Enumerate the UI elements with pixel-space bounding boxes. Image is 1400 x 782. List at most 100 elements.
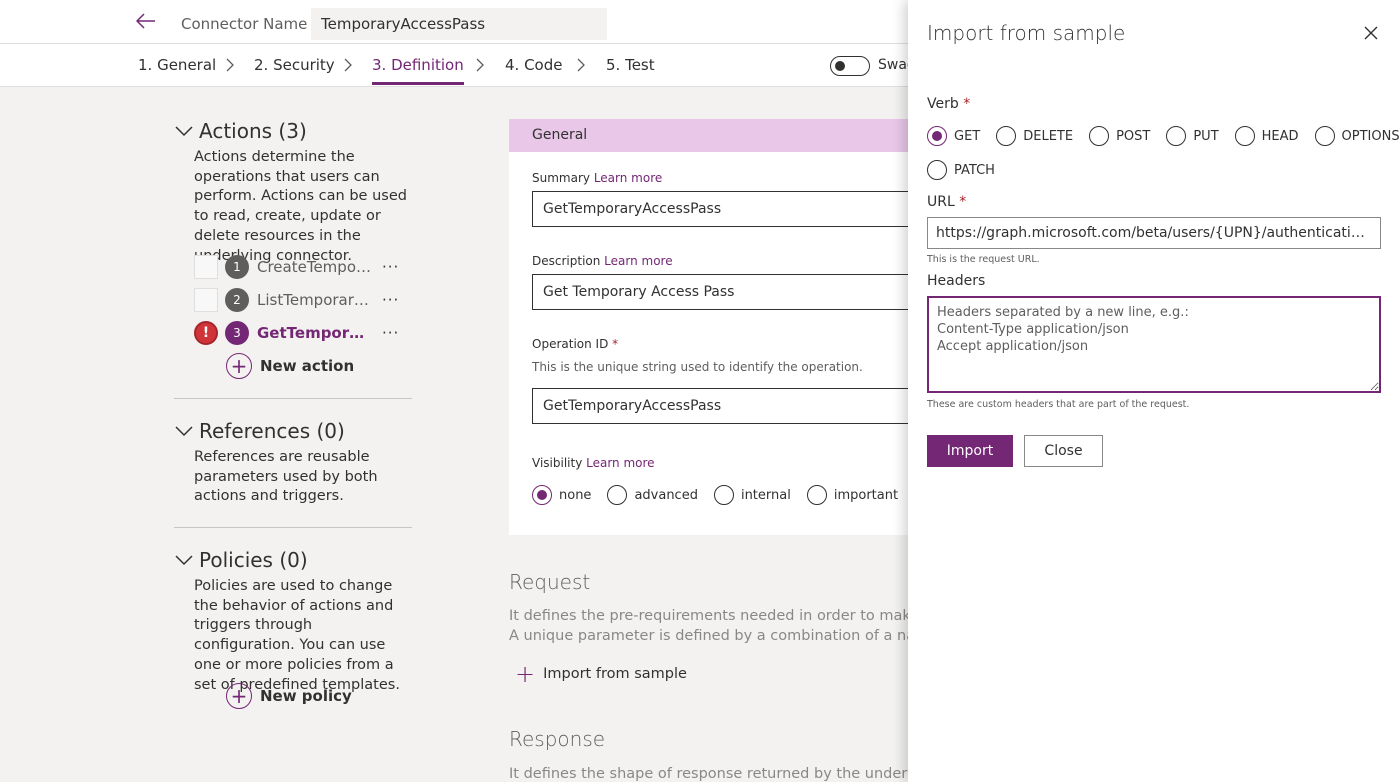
error-icon: ! — [194, 321, 218, 345]
visibility-radio-group: none advanced internal important — [532, 485, 914, 505]
tab-general[interactable]: 1. General — [138, 56, 216, 74]
section-divider — [174, 398, 412, 399]
close-button[interactable]: Close — [1024, 435, 1103, 467]
new-policy-button[interactable]: + New policy — [226, 683, 352, 709]
verb-get-radio[interactable] — [927, 126, 947, 146]
close-icon[interactable] — [1360, 22, 1382, 44]
chevron-down-icon — [175, 426, 193, 437]
tab-test[interactable]: 5. Test — [606, 56, 655, 74]
verb-option-label: GET — [954, 128, 981, 144]
chevron-down-icon — [175, 126, 193, 137]
import-from-sample-panel: Import from sample Verb * GET DELETE POS… — [908, 0, 1400, 782]
action-name[interactable]: CreateTemporaryAccessPass — [257, 258, 372, 276]
action-item[interactable]: 2 ListTemporaryAccessPass ··· — [194, 287, 399, 313]
learn-more-link[interactable]: Learn more — [604, 254, 672, 268]
tab-security[interactable]: 2. Security — [254, 56, 335, 74]
policies-title: Policies (0) — [199, 548, 308, 572]
visibility-none-radio[interactable] — [532, 485, 552, 505]
action-checkbox[interactable] — [194, 288, 218, 312]
visibility-option-label: important — [833, 487, 899, 503]
request-title: Request — [509, 570, 591, 594]
import-from-sample-button[interactable]: + Import from sample — [515, 662, 687, 686]
policies-section-header[interactable]: Policies (0) — [174, 548, 308, 572]
operation-id-input[interactable] — [532, 388, 932, 424]
description-label: Description Learn more — [532, 254, 673, 268]
headers-label: Headers — [927, 273, 986, 289]
verb-option-label: HEAD — [1261, 128, 1299, 144]
actions-description: Actions determine the operations that us… — [194, 149, 407, 264]
url-label: URL * — [927, 194, 967, 210]
more-options-icon[interactable]: ··· — [382, 324, 399, 342]
verb-option-label: PUT — [1193, 128, 1219, 144]
connector-name-label: Connector Name — [181, 15, 308, 33]
verb-label: Verb * — [927, 96, 971, 112]
panel-title: Import from sample — [927, 21, 1126, 45]
required-mark: * — [959, 194, 967, 210]
actions-title: Actions (3) — [199, 119, 307, 143]
summary-input[interactable] — [532, 191, 932, 227]
visibility-internal-radio[interactable] — [713, 485, 734, 505]
action-checkbox[interactable] — [194, 255, 218, 279]
action-number: 1 — [225, 255, 249, 279]
verb-head-radio[interactable] — [1234, 126, 1255, 146]
back-arrow-icon[interactable] — [134, 9, 158, 33]
new-action-label: New action — [260, 357, 355, 375]
references-section-header[interactable]: References (0) — [174, 419, 345, 443]
chevron-right-icon — [476, 58, 484, 72]
visibility-advanced-radio[interactable] — [607, 485, 628, 505]
more-options-icon[interactable]: ··· — [382, 291, 399, 309]
chevron-right-icon — [344, 58, 352, 72]
import-button[interactable]: Import — [927, 435, 1013, 467]
actions-section-header[interactable]: Actions (3) — [174, 119, 307, 143]
headers-hint: These are custom headers that are part o… — [927, 399, 1190, 410]
visibility-option-label: internal — [740, 487, 791, 503]
swagger-editor-toggle[interactable] — [830, 56, 870, 76]
visibility-important-radio[interactable] — [806, 485, 827, 505]
response-title: Response — [509, 727, 606, 751]
action-number: 3 — [225, 321, 249, 345]
verb-option-label: POST — [1116, 128, 1151, 144]
plus-icon: + — [515, 660, 536, 688]
action-name[interactable]: ListTemporaryAccessPass — [257, 291, 372, 309]
verb-patch-radio[interactable] — [927, 160, 947, 180]
verb-option-label: OPTIONS — [1341, 128, 1400, 144]
plus-circle-icon: + — [226, 683, 252, 709]
verb-radio-group: GET DELETE POST PUT HEAD OPTIONS — [927, 126, 1400, 146]
chevron-right-icon — [226, 58, 234, 72]
action-name[interactable]: GetTemporaryAccessPass — [257, 324, 372, 342]
chevron-right-icon — [577, 58, 585, 72]
headers-textarea[interactable] — [927, 296, 1381, 393]
learn-more-link[interactable]: Learn more — [594, 171, 662, 185]
general-title: General — [532, 127, 588, 143]
tab-code[interactable]: 4. Code — [505, 56, 562, 74]
new-policy-label: New policy — [260, 687, 352, 705]
verb-post-radio[interactable] — [1089, 126, 1110, 146]
description-input[interactable] — [532, 274, 932, 310]
references-description: References are reusable parameters used … — [194, 449, 378, 505]
tab-definition[interactable]: 3. Definition — [372, 56, 464, 85]
import-from-sample-label: Import from sample — [543, 666, 687, 682]
verb-delete-radio[interactable] — [996, 126, 1017, 146]
visibility-option-label: none — [559, 487, 592, 503]
url-input[interactable] — [927, 217, 1381, 249]
action-number: 2 — [225, 288, 249, 312]
general-card: General Summary Learn more Description L… — [509, 119, 939, 535]
action-item-selected[interactable]: ! 3 GetTemporaryAccessPass ··· — [194, 320, 399, 346]
verb-options-radio[interactable] — [1314, 126, 1335, 146]
url-hint: This is the request URL. — [927, 254, 1040, 265]
visibility-option-label: advanced — [634, 487, 698, 503]
connector-name-input[interactable] — [311, 8, 607, 40]
operation-id-label: Operation ID * — [532, 337, 619, 351]
visibility-label: Visibility Learn more — [532, 456, 655, 470]
learn-more-link[interactable]: Learn more — [586, 456, 654, 470]
operation-id-hint: This is the unique string used to identi… — [532, 360, 863, 374]
verb-put-radio[interactable] — [1166, 126, 1187, 146]
policies-description: Policies are used to change the behavior… — [194, 578, 400, 693]
action-item[interactable]: 1 CreateTemporaryAccessPass ··· — [194, 254, 399, 280]
general-card-header: General — [509, 119, 939, 152]
summary-label: Summary Learn more — [532, 171, 663, 185]
verb-option-label: DELETE — [1023, 128, 1074, 144]
verb-radio-group-row2: PATCH — [927, 160, 1011, 180]
new-action-button[interactable]: + New action — [226, 353, 354, 379]
more-options-icon[interactable]: ··· — [382, 258, 399, 276]
